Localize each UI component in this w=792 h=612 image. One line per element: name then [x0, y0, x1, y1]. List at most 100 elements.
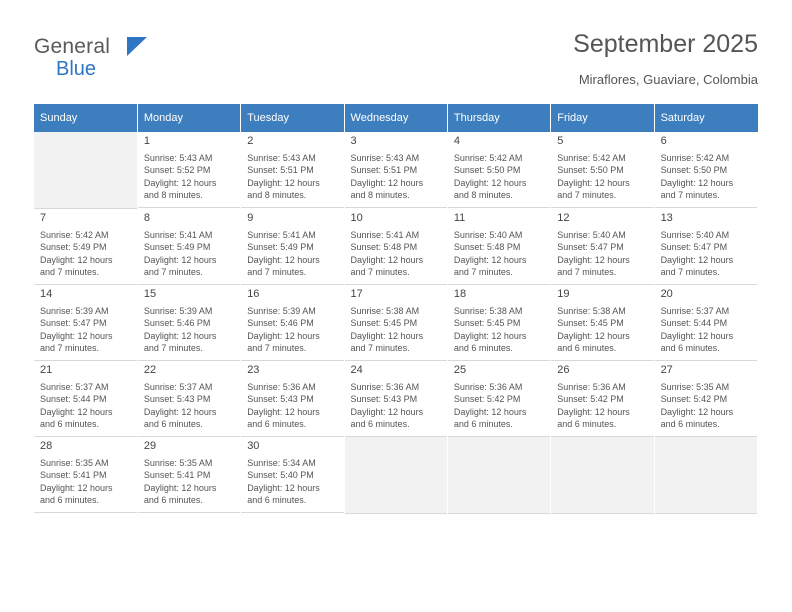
day-cell-content[interactable]: 3 Sunrise: 5:43 AM Sunset: 5:51 PM Daylight…	[344, 132, 447, 208]
weekday-header-monday: Monday	[137, 104, 242, 132]
calendar-day-cell: 19 Sunrise: 5:38 AM Sunset: 5:45 PM Dayligh…	[550, 285, 655, 361]
day-cell-content[interactable]: 22 Sunrise: 5:37 AM Sunset: 5:43 PM Dayligh…	[137, 361, 241, 437]
day-info-line: and 7 minutes.	[247, 343, 307, 354]
day-number: 11	[453, 212, 466, 224]
day-cell-content[interactable]: 6 Sunrise: 5:42 AM Sunset: 5:50 PM Daylight…	[654, 132, 757, 208]
day-cell-content[interactable]: 23 Sunrise: 5:36 AM Sunset: 5:43 PM Dayligh…	[241, 361, 344, 437]
calendar-day-cell: 10 Sunrise: 5:41 AM Sunset: 5:48 PM Dayligh…	[344, 209, 448, 285]
day-info-line: and 6 minutes.	[247, 419, 307, 430]
day-info-line: Sunrise: 5:40 AM	[557, 230, 626, 240]
day-cell-content[interactable]: 26 Sunrise: 5:36 AM Sunset: 5:42 PM Dayligh…	[551, 361, 654, 437]
day-info-line: Sunset: 5:45 PM	[350, 318, 418, 329]
calendar-empty-cell	[447, 437, 551, 514]
day-info-line: Sunrise: 5:41 AM	[247, 230, 316, 240]
day-info-line: Sunset: 5:47 PM	[40, 318, 107, 329]
day-info-line: Daylight: 12 hours	[350, 406, 424, 417]
calendar-day-cell: 4 Sunrise: 5:42 AM Sunset: 5:50 PM Daylight…	[447, 132, 552, 209]
day-info-line: and 6 minutes.	[247, 495, 307, 506]
day-info-line: and 6 minutes.	[453, 343, 513, 354]
day-cell-content[interactable]: 16 Sunrise: 5:39 AM Sunset: 5:46 PM Dayligh…	[241, 285, 344, 361]
day-info-line: Daylight: 12 hours	[40, 330, 113, 341]
calendar-day-cell: 17 Sunrise: 5:38 AM Sunset: 5:45 PM Dayligh…	[344, 285, 448, 361]
day-cell-content[interactable]: 25 Sunrise: 5:36 AM Sunset: 5:42 PM Dayligh…	[447, 361, 551, 437]
day-info-line: and 6 minutes.	[660, 343, 720, 354]
day-number: 7	[40, 212, 47, 224]
day-info-line: Sunrise: 5:43 AM	[247, 153, 316, 163]
day-info-line: Daylight: 12 hours	[247, 330, 320, 341]
day-cell-content[interactable]: 9 Sunrise: 5:41 AM Sunset: 5:49 PM Daylight…	[241, 209, 344, 285]
day-cell-content[interactable]: 12 Sunrise: 5:40 AM Sunset: 5:47 PM Dayligh…	[551, 209, 654, 285]
day-number: 28	[40, 440, 53, 452]
day-info-line: Daylight: 12 hours	[557, 330, 630, 341]
day-cell-content[interactable]: 5 Sunrise: 5:42 AM Sunset: 5:50 PM Daylight…	[551, 132, 654, 208]
day-cell-content[interactable]: 19 Sunrise: 5:38 AM Sunset: 5:45 PM Dayligh…	[551, 285, 654, 361]
day-cell-content[interactable]: 29 Sunrise: 5:35 AM Sunset: 5:41 PM Dayligh…	[137, 437, 241, 513]
day-cell-content[interactable]: 11 Sunrise: 5:40 AM Sunset: 5:48 PM Dayligh…	[447, 209, 551, 285]
day-cell-content[interactable]: 4 Sunrise: 5:42 AM Sunset: 5:50 PM Daylight…	[447, 132, 551, 208]
day-info-line: Sunset: 5:43 PM	[143, 394, 211, 405]
day-cell-content[interactable]: 10 Sunrise: 5:41 AM Sunset: 5:48 PM Dayligh…	[344, 209, 447, 285]
day-cell-content[interactable]: 24 Sunrise: 5:36 AM Sunset: 5:43 PM Dayligh…	[344, 361, 447, 437]
day-info-line: Sunset: 5:46 PM	[247, 318, 314, 329]
day-cell-content[interactable]: 15 Sunrise: 5:39 AM Sunset: 5:46 PM Dayligh…	[137, 285, 241, 361]
day-number: 4	[453, 135, 460, 147]
day-number: 22	[143, 364, 157, 376]
day-info-line: Sunrise: 5:36 AM	[247, 382, 316, 392]
day-info-line: and 6 minutes.	[557, 343, 617, 354]
calendar-day-cell: 1 Sunrise: 5:43 AM Sunset: 5:52 PM Daylight…	[137, 132, 242, 209]
day-info-line: and 8 minutes.	[350, 190, 410, 201]
calendar-week-row: 14 Sunrise: 5:39 AM Sunset: 5:47 PM Dayligh…	[34, 285, 759, 361]
day-cell-content[interactable]: 2 Sunrise: 5:43 AM Sunset: 5:51 PM Daylight…	[241, 132, 344, 208]
calendar-day-cell: 16 Sunrise: 5:39 AM Sunset: 5:46 PM Dayligh…	[240, 285, 345, 361]
calendar-day-cell: 18 Sunrise: 5:38 AM Sunset: 5:45 PM Dayligh…	[447, 285, 552, 361]
day-number: 23	[247, 364, 260, 376]
day-info-line: and 7 minutes.	[143, 343, 203, 354]
calendar-day-cell: 9 Sunrise: 5:41 AM Sunset: 5:49 PM Daylight…	[240, 209, 345, 285]
day-info-line: Sunrise: 5:35 AM	[660, 382, 730, 392]
day-info-line: Sunset: 5:48 PM	[350, 242, 418, 253]
day-info-line: Sunset: 5:51 PM	[247, 165, 314, 176]
weekday-header-thursday: Thursday	[447, 104, 552, 132]
day-info-line: Sunrise: 5:39 AM	[247, 306, 316, 316]
day-cell-content[interactable]: 1 Sunrise: 5:43 AM Sunset: 5:52 PM Daylight…	[137, 132, 241, 208]
day-info-line: Daylight: 12 hours	[350, 254, 424, 265]
calendar-cell-empty	[654, 437, 759, 514]
day-cell-content[interactable]: 14 Sunrise: 5:39 AM Sunset: 5:47 PM Dayligh…	[34, 285, 137, 361]
calendar-empty-cell	[344, 437, 447, 514]
day-cell-content[interactable]: 30 Sunrise: 5:34 AM Sunset: 5:40 PM Dayligh…	[241, 437, 344, 513]
day-cell-content[interactable]: 27 Sunrise: 5:35 AM Sunset: 5:42 PM Dayligh…	[654, 361, 757, 437]
day-info-line: Sunset: 5:42 PM	[557, 394, 624, 405]
day-info-line: Daylight: 12 hours	[660, 254, 734, 265]
day-info-line: Sunset: 5:47 PM	[660, 242, 728, 253]
calendar-empty-cell	[654, 437, 757, 514]
day-info-line: Sunset: 5:43 PM	[247, 394, 314, 405]
day-info-line: and 7 minutes.	[350, 343, 410, 354]
day-cell-content[interactable]: 20 Sunrise: 5:37 AM Sunset: 5:44 PM Dayligh…	[654, 285, 757, 361]
day-number: 26	[557, 364, 570, 376]
day-info-line: Sunrise: 5:41 AM	[350, 230, 420, 240]
day-info-line: Sunrise: 5:36 AM	[557, 382, 626, 392]
day-cell-content[interactable]: 7 Sunrise: 5:42 AM Sunset: 5:49 PM Daylight…	[34, 209, 137, 285]
day-number: 17	[350, 288, 363, 300]
calendar-cell-empty	[550, 437, 655, 514]
day-number: 27	[660, 364, 673, 376]
day-cell-content[interactable]: 8 Sunrise: 5:41 AM Sunset: 5:49 PM Daylight…	[137, 209, 241, 285]
day-cell-content[interactable]: 17 Sunrise: 5:38 AM Sunset: 5:45 PM Dayligh…	[344, 285, 447, 361]
calendar-day-cell: 6 Sunrise: 5:42 AM Sunset: 5:50 PM Daylight…	[654, 132, 759, 209]
day-cell-content[interactable]: 18 Sunrise: 5:38 AM Sunset: 5:45 PM Dayligh…	[447, 285, 551, 361]
day-info-line: Sunset: 5:44 PM	[660, 318, 728, 329]
calendar-day-cell: 8 Sunrise: 5:41 AM Sunset: 5:49 PM Daylight…	[137, 209, 242, 285]
day-info-line: and 6 minutes.	[40, 419, 100, 430]
calendar-week-row: 1 Sunrise: 5:43 AM Sunset: 5:52 PM Daylight…	[34, 132, 759, 209]
day-number: 20	[660, 288, 673, 300]
day-info-line: and 7 minutes.	[40, 343, 100, 354]
day-cell-content[interactable]: 13 Sunrise: 5:40 AM Sunset: 5:47 PM Dayligh…	[654, 209, 757, 285]
day-cell-content[interactable]: 21 Sunrise: 5:37 AM Sunset: 5:44 PM Dayligh…	[34, 361, 137, 437]
day-cell-content[interactable]: 28 Sunrise: 5:35 AM Sunset: 5:41 PM Dayligh…	[34, 437, 137, 513]
calendar-day-cell: 23 Sunrise: 5:36 AM Sunset: 5:43 PM Dayligh…	[240, 361, 345, 437]
title-block: September 2025 Miraflores, Guaviare, Col…	[238, 28, 758, 88]
day-info-line: Sunrise: 5:39 AM	[143, 306, 213, 316]
day-info-line: Daylight: 12 hours	[557, 406, 630, 417]
day-info-line: Sunrise: 5:35 AM	[143, 458, 213, 468]
calendar-page: General Blue September 2025 Miraflores, …	[0, 0, 792, 612]
